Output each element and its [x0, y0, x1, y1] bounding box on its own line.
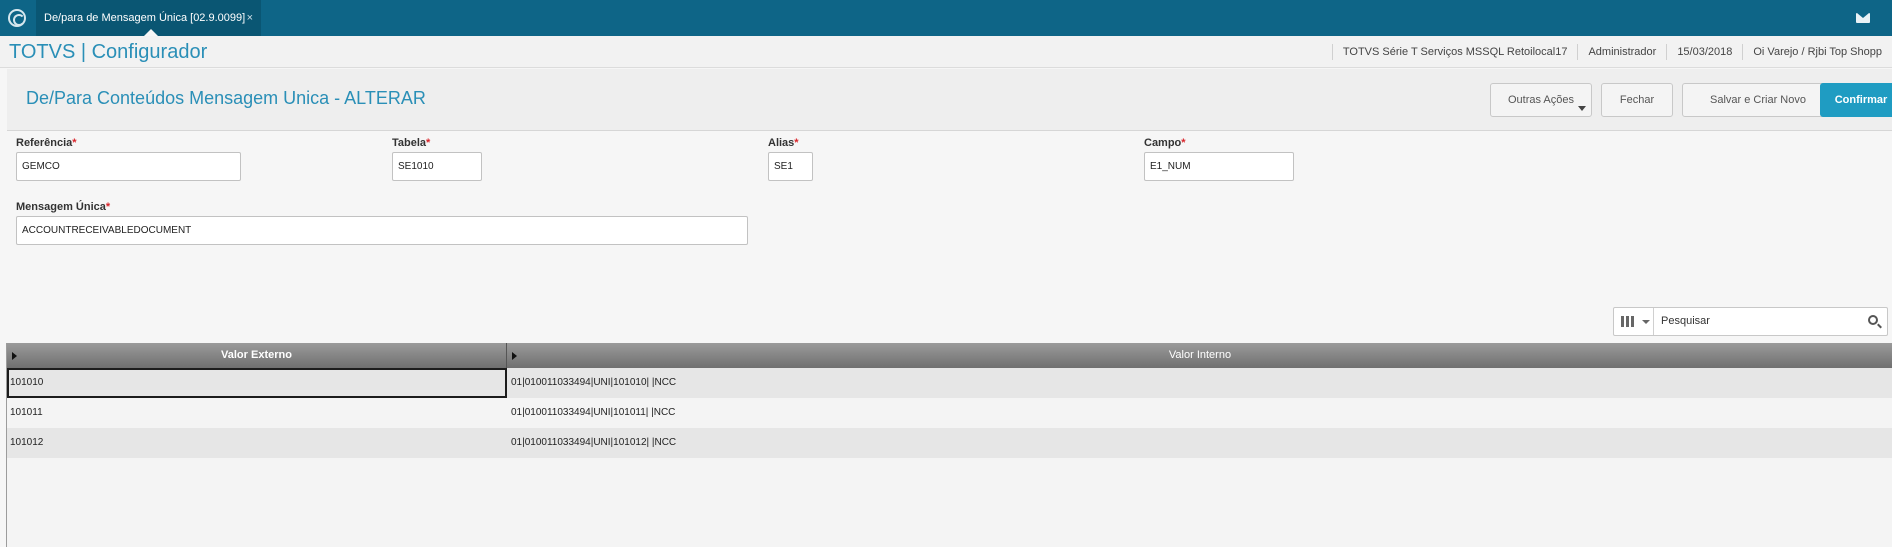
campo-label-text: Campo — [1144, 137, 1182, 149]
salvar-criar-novo-button[interactable]: Salvar e Criar Novo — [1682, 83, 1834, 117]
user-label: Administrador — [1577, 44, 1666, 60]
environment-label: TOTVS Série T Serviços MSSQL Retoilocal1… — [1331, 44, 1578, 60]
campo-field[interactable]: E1_NUM — [1144, 152, 1294, 181]
table-row[interactable]: 101010 01|010011033494|UNI|101010| |NCC — [7, 368, 1892, 398]
columns-toggle-button[interactable] — [1614, 308, 1654, 335]
expand-arrow-icon — [12, 352, 17, 360]
required-marker: * — [426, 137, 431, 149]
alias-label: Alias* — [768, 137, 799, 149]
cell-valor-interno[interactable]: 01|010011033494|UNI|101012| |NCC — [508, 428, 1888, 458]
app-info: TOTVS Série T Serviços MSSQL Retoilocal1… — [1331, 36, 1892, 68]
referencia-label: Referência* — [16, 137, 77, 149]
required-marker: * — [1181, 137, 1186, 149]
tabela-label-text: Tabela — [392, 137, 427, 149]
date-label: 15/03/2018 — [1666, 44, 1742, 60]
cell-valor-interno[interactable]: 01|010011033494|UNI|101011| |NCC — [508, 398, 1888, 428]
app-header: TOTVS | Configurador TOTVS Série T Servi… — [0, 36, 1892, 68]
alias-field[interactable]: SE1 — [768, 152, 813, 181]
mensagem-unica-field[interactable]: ACCOUNTRECEIVABLEDOCUMENT — [16, 216, 748, 245]
required-marker: * — [105, 201, 111, 213]
close-icon[interactable]: × — [247, 0, 253, 36]
cell-valor-externo[interactable]: 101012 — [7, 428, 507, 458]
expand-arrow-icon — [512, 352, 517, 360]
mensagem-label: Mensagem Única* — [16, 201, 110, 213]
totvs-logo-icon[interactable] — [8, 9, 26, 27]
outras-acoes-label: Outras Ações — [1507, 94, 1575, 106]
app-title: TOTVS | Configurador — [9, 41, 208, 63]
cell-valor-externo[interactable]: 101010 — [7, 368, 507, 398]
required-marker: * — [794, 137, 799, 149]
mail-icon[interactable] — [1856, 13, 1870, 23]
columns-icon — [1621, 316, 1635, 327]
top-tab-bar: De/para de Mensagem Única [02.9.0099] × — [0, 0, 1892, 36]
cell-valor-externo[interactable]: 101011 — [7, 398, 507, 428]
grid-header: Valor Externo Valor Interno — [7, 343, 1892, 368]
required-marker: * — [72, 137, 77, 149]
outras-acoes-button[interactable]: Outras Ações — [1490, 83, 1592, 117]
campo-label: Campo* — [1144, 137, 1186, 149]
alias-label-text: Alias — [768, 137, 795, 149]
referencia-label-text: Referência — [16, 137, 73, 149]
search-icon[interactable] — [1868, 315, 1878, 325]
table-row[interactable]: 101011 01|010011033494|UNI|101011| |NCC — [7, 398, 1892, 428]
page-header: De/Para Conteúdos Mensagem Unica - ALTER… — [7, 69, 1892, 131]
tab-label: De/para de Mensagem Única [02.9.0099] — [44, 12, 246, 24]
page-title: De/Para Conteúdos Mensagem Unica - ALTER… — [26, 88, 426, 108]
chevron-down-icon — [1642, 320, 1650, 324]
search-box: Pesquisar — [1613, 307, 1888, 336]
company-label: Oi Varejo / Rjbi Top Shopp — [1742, 44, 1892, 60]
confirmar-button[interactable]: Confirmar — [1820, 83, 1892, 117]
referencia-field[interactable]: GEMCO — [16, 152, 241, 181]
table-row[interactable]: 101012 01|010011033494|UNI|101012| |NCC — [7, 428, 1892, 458]
tab-de-para-mensagem[interactable]: De/para de Mensagem Única [02.9.0099] × — [36, 0, 261, 36]
column-header-label: Valor Interno — [1168, 349, 1232, 361]
column-header-valor-interno[interactable]: Valor Interno — [507, 343, 1892, 368]
column-header-label: Valor Externo — [221, 349, 292, 361]
tabela-label: Tabela* — [392, 137, 430, 149]
mensagem-label-text: Mensagem Única — [16, 201, 106, 213]
tabela-field[interactable]: SE1010 — [392, 152, 482, 181]
fechar-button[interactable]: Fechar — [1601, 83, 1673, 117]
column-header-valor-externo[interactable]: Valor Externo — [7, 343, 507, 368]
cell-valor-interno[interactable]: 01|010011033494|UNI|101010| |NCC — [508, 368, 1888, 398]
search-input[interactable]: Pesquisar — [1661, 308, 1710, 335]
chevron-down-icon — [1578, 106, 1586, 111]
de-para-grid: Valor Externo Valor Interno 101010 01|01… — [6, 343, 1892, 547]
